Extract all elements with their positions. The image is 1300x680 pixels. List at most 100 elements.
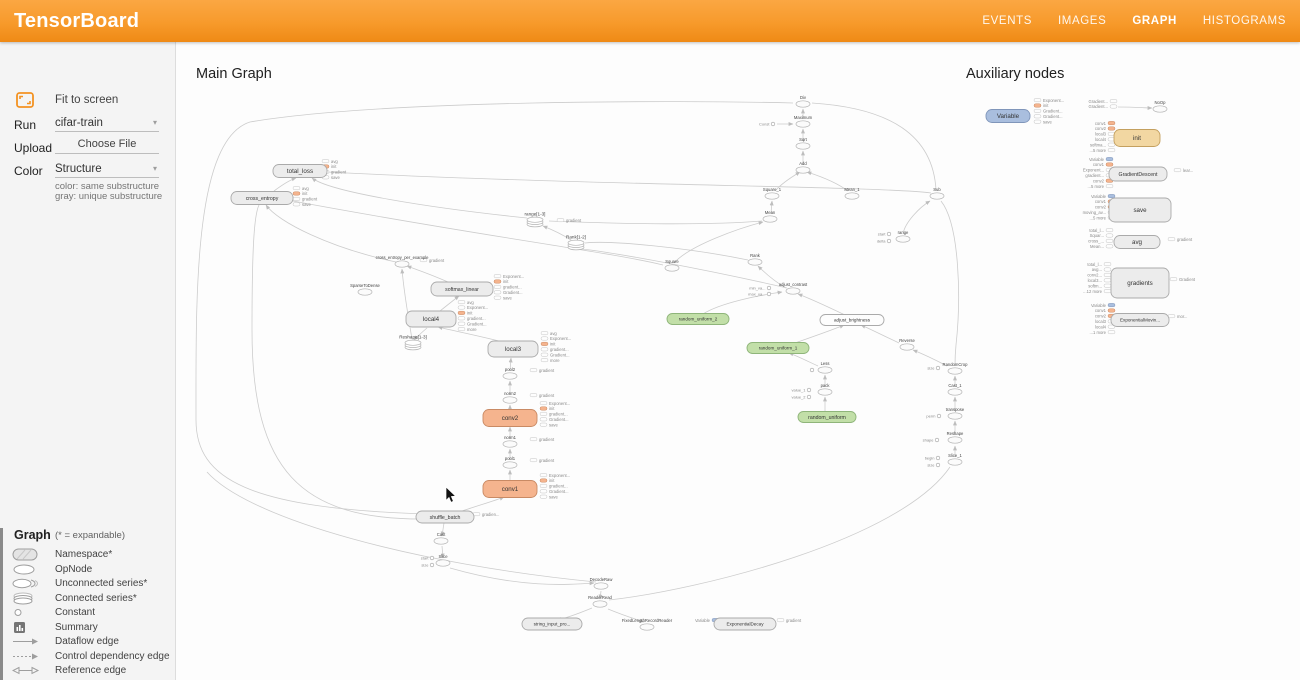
node-string_input_pro...[interactable]: string_input_pro... [522,618,582,630]
node-transpose[interactable]: transpose [946,407,965,419]
constant-node[interactable] [807,395,811,399]
sidebar-scrollbar[interactable] [0,528,3,680]
annotation-label: ...1 more [1089,330,1106,335]
annotation-swatch [1106,157,1113,160]
node-range[interactable]: range [896,230,910,242]
node-NoOp[interactable]: NoOp [1153,100,1167,112]
node-pool2[interactable]: pool2 [503,367,517,379]
constant-node[interactable] [935,438,939,442]
node-Slice[interactable]: Slice [436,554,450,566]
node-Less[interactable]: Less [818,361,832,373]
constant-node[interactable] [430,556,434,560]
constant-node[interactable] [937,414,941,418]
node-SparseToDense[interactable]: SparseToDense [350,283,380,295]
constant-node[interactable] [810,368,814,372]
node-conv1[interactable]: conv1 [483,481,537,498]
node-ExponentialDecay[interactable]: ExponentialDecay [714,618,776,630]
node-shuffle_batch[interactable]: shuffle_batch [416,511,474,523]
constant-node[interactable] [771,122,775,126]
node-GradientDescent[interactable]: GradientDescent [1109,167,1167,181]
node-Reshape[interactable]: Reshape [947,431,964,443]
node-RandomCrop[interactable]: RandomCrop [943,362,969,374]
node-label: random_uniform_2 [679,317,718,322]
node-avg[interactable]: avg [1114,236,1160,249]
node-local4[interactable]: local4 [406,311,456,327]
node-Square_1[interactable]: Square_1 [763,187,782,199]
node-label: local4 [423,316,440,323]
constant-node[interactable] [767,292,771,296]
choose-file-button[interactable]: Choose File [55,138,159,154]
node-random_uniform_2[interactable]: random_uniform_2 [667,314,729,325]
annotation-swatch [540,490,547,493]
fit-to-screen-label: Fit to screen [55,94,118,106]
nav-tab-graph[interactable]: GRAPH [1132,15,1177,27]
node-pack[interactable]: pack [818,383,832,395]
node-Maximum[interactable]: Maximum [794,115,813,127]
node-label: NoOp [1155,100,1167,105]
node-label: ReaderRead [588,595,612,600]
node-Cast_1[interactable]: Cast_1 [948,383,962,395]
color-label: Color [14,164,43,178]
constant-node[interactable] [807,388,811,392]
node-pool1[interactable]: pool1 [503,456,517,468]
node-random_uniform[interactable]: random_uniform [798,412,856,423]
node-Rank[1-2][interactable]: Rank[1-2] [566,235,586,250]
node-Rank[interactable]: Rank [748,253,762,265]
node-init[interactable]: init [1114,130,1160,147]
summary-icon [12,621,44,634]
node-Mean[interactable]: Mean [763,210,777,222]
run-select[interactable]: cifar-train ▾ [55,117,159,132]
nav-tab-events[interactable]: EVENTS [982,15,1032,27]
annotation-label: gradient [429,258,445,263]
node-save[interactable]: save [1109,198,1171,222]
node-Sqrt[interactable]: Sqrt [796,137,810,149]
node-total_loss[interactable]: total_loss [273,165,327,178]
annotation-swatch [540,484,547,487]
constant-node[interactable] [430,563,434,567]
node-Add[interactable]: Add [796,161,810,173]
node-Reshape[1-3][interactable]: Reshape[1-3] [399,335,427,350]
node-Sub[interactable]: Sub [930,187,944,199]
node-ExponentialMovin...[interactable]: ExponentialMovin... [1111,314,1169,327]
node-random_uniform_1[interactable]: random_uniform_1 [747,343,809,354]
node-label: Div [800,95,807,100]
node-label: RandomCrop [943,362,969,367]
node-ReaderRead[interactable]: ReaderRead [588,595,612,607]
nav-tab-histograms[interactable]: HISTOGRAMS [1203,15,1286,27]
annotation-swatch [494,296,501,299]
node-cross_entropy[interactable]: cross_entropy [231,192,293,205]
node-gradients[interactable]: gradients [1111,268,1169,298]
constant-node[interactable] [887,232,891,236]
annotation-label: save [549,494,559,499]
color-select[interactable]: Structure ▾ [55,163,159,178]
nav-tab-images[interactable]: IMAGES [1058,15,1106,27]
node-adjust_brightness[interactable]: adjust_brightness [820,315,884,326]
node-norm2[interactable]: norm2 [503,391,517,403]
annotation-label: Gradient... [1043,109,1063,114]
fit-to-screen-icon[interactable] [16,92,34,108]
constant-node[interactable] [936,456,940,460]
node-Reverse[interactable]: Reverse [899,338,915,350]
constant-node[interactable] [767,286,771,290]
constant-node[interactable] [887,239,891,243]
constant-label: size [927,365,935,370]
node-Variable[interactable]: Variable [986,110,1030,123]
node-softmax_linear[interactable]: softmax_linear [431,282,493,296]
node-Cast[interactable]: Cast [434,532,448,544]
node-range[1-3][interactable]: range[1-3] [525,212,546,227]
node-label: cross_entropy_per_example [376,255,430,260]
node-FixedLengthRecordReader[interactable]: FixedLengthRecordReader [622,618,673,630]
node-conv2[interactable]: conv2 [483,410,537,427]
annotation-swatch [557,218,564,221]
node-adjust_contrast[interactable]: adjust_contrast [779,282,808,294]
node-Slice_1[interactable]: Slice_1 [948,453,963,465]
node-Div[interactable]: Div [796,95,810,107]
node-label: Mean [765,210,776,215]
node-Mean_1[interactable]: Mean_1 [844,187,860,199]
legend-title: Graph [14,528,51,542]
node-local3[interactable]: local3 [488,341,538,357]
annotation-swatch [1034,104,1041,107]
constant-node[interactable] [936,366,940,370]
node-norm1[interactable]: norm1 [503,435,517,447]
constant-node[interactable] [936,463,940,467]
